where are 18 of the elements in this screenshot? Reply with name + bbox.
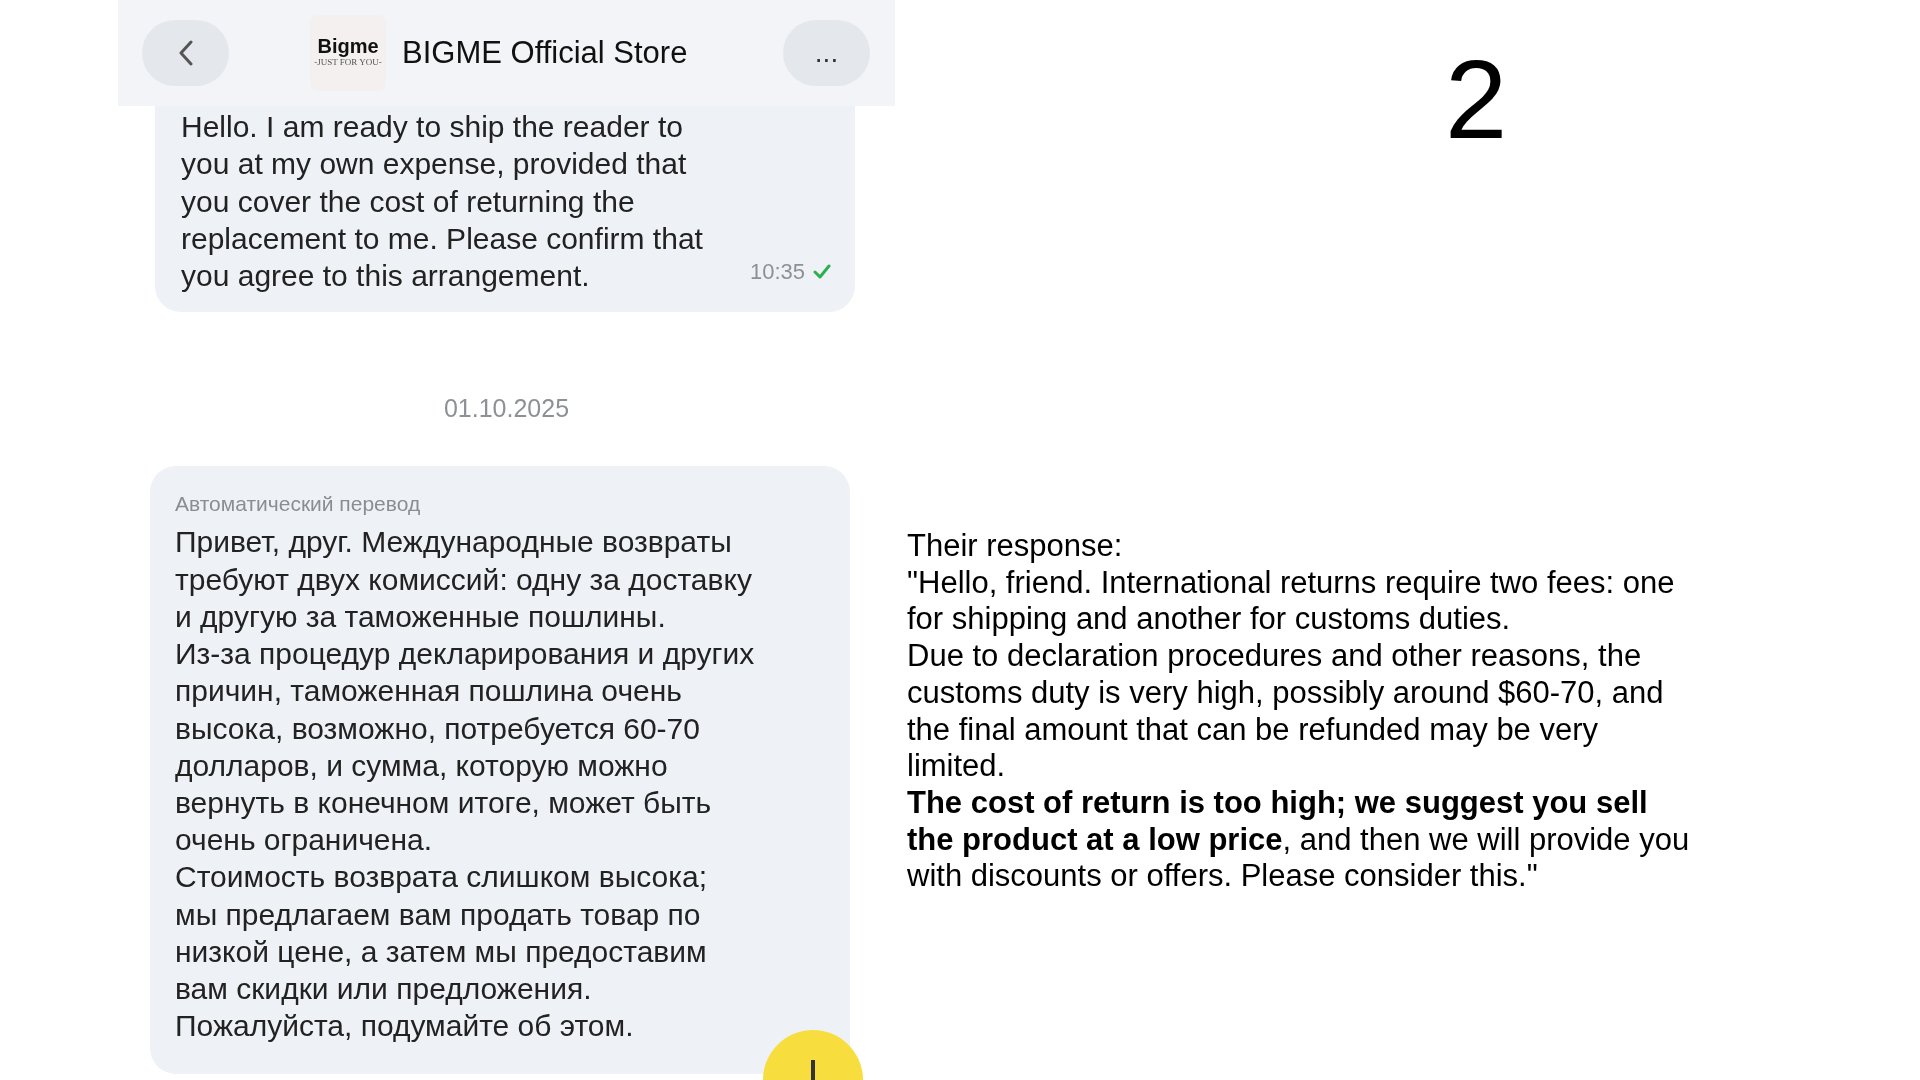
logo-text: Bigme — [317, 36, 379, 57]
annotation-paragraph: Due to declaration procedures and other reasons, the customs duty is very high, possibly around $60-70, and the final amount that can be refunded may be very limited. — [907, 638, 1665, 785]
translation-label: Автоматический перевод — [175, 491, 422, 517]
more-button[interactable]: ... — [783, 20, 870, 86]
message-paragraph: Стоимость возврата слишком высока; мы предлагаем вам продать товар по низкой цене, а затем мы предоставим вам скидки или предложения. — [175, 859, 709, 1007]
message-time: 10:35 — [749, 258, 805, 287]
annotation-heading: Their response: — [907, 528, 1124, 565]
message-paragraph: Привет, друг. Международные возвраты требуют двух комиссий: одну за доставку и другую за таможенные пошлины. — [175, 524, 753, 635]
date-separator: 01.10.2025 — [442, 393, 571, 425]
annotation-paragraph: The cost of return is too high; we suggest you sell the product at a low price, and then we will provide you with discounts or offers. Please consider this." — [907, 784, 1691, 896]
logo-tagline: -JUST FOR YOU- — [314, 57, 382, 70]
message-paragraph: Пожалуйста, подумайте об этом. — [175, 1008, 635, 1045]
message-paragraph: Из-за процедур декларирования и других причин, таможенная пошлина очень высока, возможно, потребуется 60-70 долларов, и сумма, которую можно вернуть в конечном итоге, может быть очень ограничена. — [175, 636, 755, 859]
page-number: 2 — [1445, 44, 1509, 156]
annotation-paragraph: "Hello, friend. International returns require two fees: one for shipping and another for customs duties. — [907, 564, 1676, 639]
chat-title: BIGME Official Store — [402, 33, 689, 72]
back-icon — [177, 40, 194, 66]
message-text: Hello. I am ready to ship the reader to you at my own expense, provided that you cover the cost of returning the replacement to me. Please confirm that you agree to this arrangement. — [181, 109, 704, 295]
